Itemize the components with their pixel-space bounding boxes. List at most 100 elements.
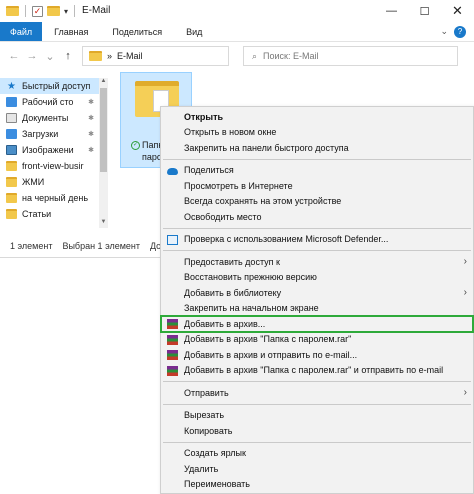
- menu-item[interactable]: Открыть: [161, 109, 473, 125]
- tab-share[interactable]: Поделиться: [100, 22, 174, 41]
- up-button[interactable]: ↑: [62, 50, 74, 62]
- menu-item-label: Всегда сохранять на этом устройстве: [184, 196, 342, 207]
- nav-item-documents[interactable]: Документы ✱: [0, 110, 108, 126]
- minimize-button[interactable]: —: [375, 0, 408, 22]
- nav-item-label: Документы: [22, 113, 69, 123]
- help-icon[interactable]: ?: [454, 25, 466, 38]
- submenu-chevron-icon: ›: [463, 287, 467, 299]
- menu-item[interactable]: Всегда сохранять на этом устройстве: [161, 194, 473, 210]
- address-field[interactable]: » E-Mail: [82, 46, 229, 66]
- folder-icon: [6, 161, 17, 171]
- status-bar: 1 элемент Выбран 1 элемент Дс: [0, 238, 161, 254]
- item-count: 1 элемент: [10, 241, 53, 251]
- menu-item[interactable]: Добавить в библиотеку ›: [161, 285, 473, 301]
- search-input[interactable]: ⌕ Поиск: E-Mail: [243, 46, 458, 66]
- winrar-icon: [167, 319, 178, 329]
- pictures-icon: [6, 145, 17, 155]
- search-placeholder: Поиск: E-Mail: [263, 51, 319, 61]
- menu-item[interactable]: Поделиться: [161, 163, 473, 179]
- pin-icon: ✱: [88, 99, 94, 106]
- nav-item-zhmi[interactable]: ЖМИ: [0, 174, 108, 190]
- recent-locations-button[interactable]: ⌄: [44, 50, 56, 63]
- menu-separator: [163, 381, 471, 382]
- nav-item-desktop[interactable]: Рабочий сто ✱: [0, 94, 108, 110]
- menu-item[interactable]: Освободить место: [161, 209, 473, 225]
- menu-item[interactable]: Добавить в архив "Папка с паролем.rar": [161, 332, 473, 348]
- menu-item[interactable]: Добавить в архив...: [160, 315, 474, 333]
- tab-home[interactable]: Главная: [42, 22, 100, 41]
- toolbar-divider: [74, 5, 76, 17]
- breadcrumb[interactable]: E-Mail: [117, 51, 143, 61]
- expand-ribbon-icon[interactable]: ⌄: [440, 26, 448, 37]
- menu-item[interactable]: Удалить: [161, 461, 473, 477]
- nav-scrollbar[interactable]: ▲ ▼: [99, 78, 108, 228]
- downloads-icon: [6, 129, 17, 139]
- menu-item[interactable]: Добавить в архив и отправить по e-mail..…: [161, 347, 473, 363]
- menu-item[interactable]: Добавить в архив "Папка с паролем.rar" и…: [161, 363, 473, 379]
- nav-item-rainy-day[interactable]: на черный день: [0, 190, 108, 206]
- maximize-button[interactable]: ☐: [408, 0, 441, 22]
- menu-item-label: Восстановить прежнюю версию: [184, 272, 317, 283]
- folder-icon: [6, 193, 17, 203]
- menu-item-label: Добавить в архив "Папка с паролем.rar": [184, 334, 352, 345]
- menu-item[interactable]: Проверка с использованием Microsoft Defe…: [161, 232, 473, 248]
- toolbar-divider: [25, 5, 26, 17]
- menu-item-label: Поделиться: [184, 165, 234, 176]
- breadcrumb-separator: »: [107, 51, 113, 61]
- nav-item-articles[interactable]: Статьи: [0, 206, 108, 222]
- nav-item-front-view[interactable]: front-view-busir: [0, 158, 108, 174]
- pin-icon: ✱: [88, 131, 94, 138]
- forward-button[interactable]: →: [26, 50, 38, 62]
- close-button[interactable]: ✕: [441, 0, 474, 22]
- tab-file[interactable]: Файл: [0, 22, 43, 41]
- nav-item-label: Статьи: [22, 209, 52, 219]
- menu-item[interactable]: Копировать: [161, 423, 473, 439]
- address-bar-row: ← → ⌄ ↑ » E-Mail ⌕ Поиск: E-Mail: [0, 42, 474, 70]
- nav-item-label: front-view-busir: [22, 161, 84, 171]
- nav-item-label: Рабочий сто: [22, 97, 74, 107]
- properties-check-icon[interactable]: ✓: [32, 5, 43, 17]
- folder-icon: [6, 177, 17, 187]
- scroll-down-icon[interactable]: ▼: [99, 219, 108, 228]
- menu-item[interactable]: Предоставить доступ к ›: [161, 254, 473, 270]
- customize-toolbar-icon[interactable]: ▾: [64, 7, 68, 16]
- scroll-thumb[interactable]: [100, 88, 107, 172]
- navigation-pane: ★ Быстрый доступ Рабочий сто ✱ Документы…: [0, 78, 108, 228]
- menu-item[interactable]: Восстановить прежнюю версию: [161, 270, 473, 286]
- menu-item[interactable]: Вырезать: [161, 408, 473, 424]
- new-folder-icon[interactable]: [47, 6, 60, 16]
- nav-item-pictures[interactable]: Изображени ✱: [0, 142, 108, 158]
- pin-icon: ✱: [88, 147, 94, 154]
- menu-separator: [163, 250, 471, 251]
- quick-access-toolbar: ✓ ▾: [0, 5, 77, 17]
- menu-item-label: Добавить в архив "Папка с паролем.rar" и…: [184, 365, 444, 376]
- menu-item[interactable]: Просмотреть в Интернете: [161, 178, 473, 194]
- menu-separator: [163, 158, 471, 160]
- scroll-up-icon[interactable]: ▲: [99, 78, 108, 87]
- menu-item-label: Освободить место: [184, 211, 262, 222]
- menu-item-label: Копировать: [184, 425, 233, 436]
- window-title: E-Mail: [82, 5, 111, 16]
- search-icon: ⌕: [252, 50, 258, 61]
- sync-status-icon: ✓: [131, 141, 140, 150]
- menu-item-label: Предоставить доступ к: [184, 256, 280, 267]
- menu-item[interactable]: Закрепить на начальном экране: [161, 301, 473, 317]
- menu-item[interactable]: Отправить ›: [161, 385, 473, 401]
- winrar-icon: [167, 365, 178, 376]
- tab-view[interactable]: Вид: [174, 22, 214, 41]
- menu-item[interactable]: Закрепить на панели быстрого доступа: [161, 140, 473, 156]
- menu-item-label: Закрепить на панели быстрого доступа: [184, 142, 349, 153]
- desktop-icon: [6, 97, 17, 107]
- menu-item-label: Добавить в архив и отправить по e-mail..…: [184, 349, 358, 360]
- menu-item-label: Закрепить на начальном экране: [184, 303, 319, 314]
- menu-item[interactable]: Открыть в новом окне: [161, 125, 473, 141]
- pin-icon: ✱: [88, 115, 94, 122]
- nav-item-quick-access[interactable]: ★ Быстрый доступ: [0, 78, 108, 94]
- menu-item-label: Вырезать: [184, 410, 225, 421]
- nav-item-downloads[interactable]: Загрузки ✱: [0, 126, 108, 142]
- menu-item[interactable]: Создать ярлык: [161, 446, 473, 462]
- winrar-icon: [167, 350, 178, 360]
- back-button[interactable]: ←: [8, 50, 20, 62]
- menu-item-label: Проверка с использованием Microsoft Defe…: [184, 234, 389, 245]
- menu-item[interactable]: Переименовать: [161, 477, 473, 493]
